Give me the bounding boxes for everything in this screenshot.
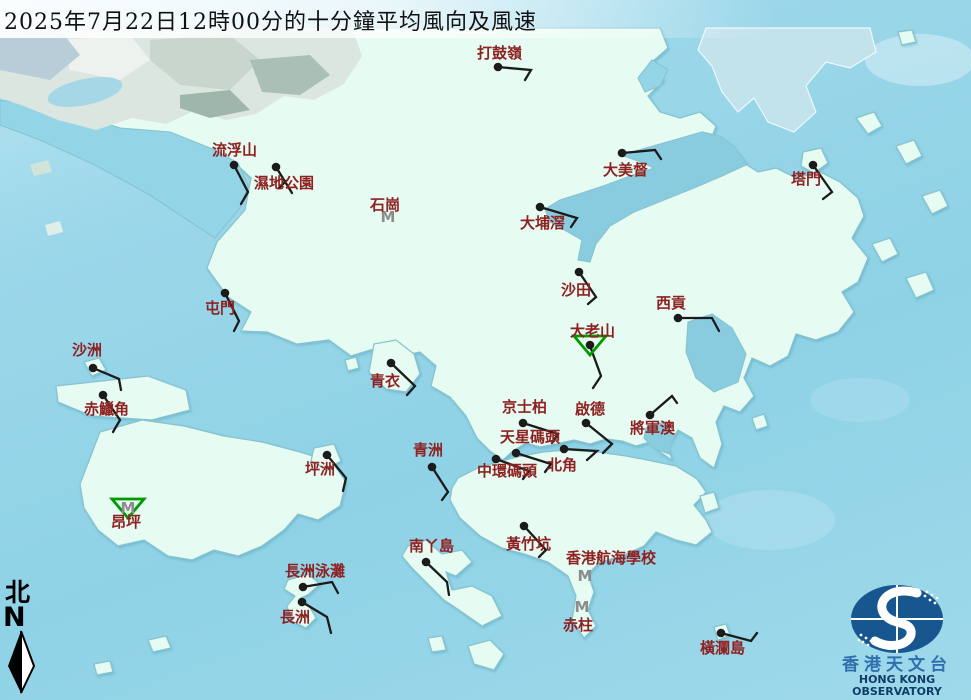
- station-label: 啟德: [575, 402, 605, 417]
- station-label: 赤柱: [563, 618, 593, 633]
- compass: 北 N: [2, 580, 42, 694]
- compass-north-letter: N: [3, 606, 42, 630]
- station-label: 長洲: [280, 610, 310, 625]
- station-label: 天星碼頭: [500, 430, 560, 445]
- station-label: 中環碼頭: [477, 464, 537, 479]
- station-label: 南丫島: [409, 539, 454, 554]
- station-label: 青衣: [370, 374, 400, 389]
- station-label: 赤鱲角: [84, 402, 129, 417]
- hko-logo-english-name: HONG KONG OBSERVATORY: [825, 674, 969, 698]
- station-label: 北角: [547, 458, 577, 473]
- station-label: 黃竹坑: [506, 537, 551, 552]
- station-label: 沙洲: [72, 343, 102, 358]
- station-label: 塔門: [791, 172, 821, 187]
- station-label: 西貢: [656, 296, 686, 311]
- station-label: 京士柏: [502, 400, 547, 415]
- station-label: 昂坪: [111, 515, 141, 530]
- station-label: 青洲: [413, 443, 443, 458]
- station-label: 沙田: [561, 283, 591, 298]
- station-label: 大埔滘: [520, 216, 565, 231]
- hko-logo-icon: [847, 583, 947, 655]
- station-label: 濕地公園: [254, 176, 314, 191]
- station-label: 打鼓嶺: [477, 46, 522, 61]
- station-label: 坪洲: [305, 462, 335, 477]
- wind-map: MMMM 2025年7月22日12時00分的十分鐘平均風向及風速 打鼓嶺流浮山濕…: [0, 0, 971, 700]
- hko-logo-chinese-name: 香港天文台: [825, 656, 969, 674]
- station-label: 大美督: [603, 163, 648, 178]
- north-arrow-icon: [3, 630, 39, 694]
- station-label: 大老山: [570, 324, 615, 339]
- hko-logo: 香港天文台 HONG KONG OBSERVATORY: [825, 583, 969, 698]
- station-label: 屯門: [205, 301, 235, 316]
- station-label: 流浮山: [212, 143, 257, 158]
- station-label: 香港航海學校: [566, 551, 656, 566]
- station-label: 長洲泳灘: [285, 564, 345, 579]
- station-label: 將軍澳: [630, 421, 675, 436]
- station-label: 石崗: [370, 198, 400, 213]
- station-label: 橫瀾島: [700, 641, 745, 656]
